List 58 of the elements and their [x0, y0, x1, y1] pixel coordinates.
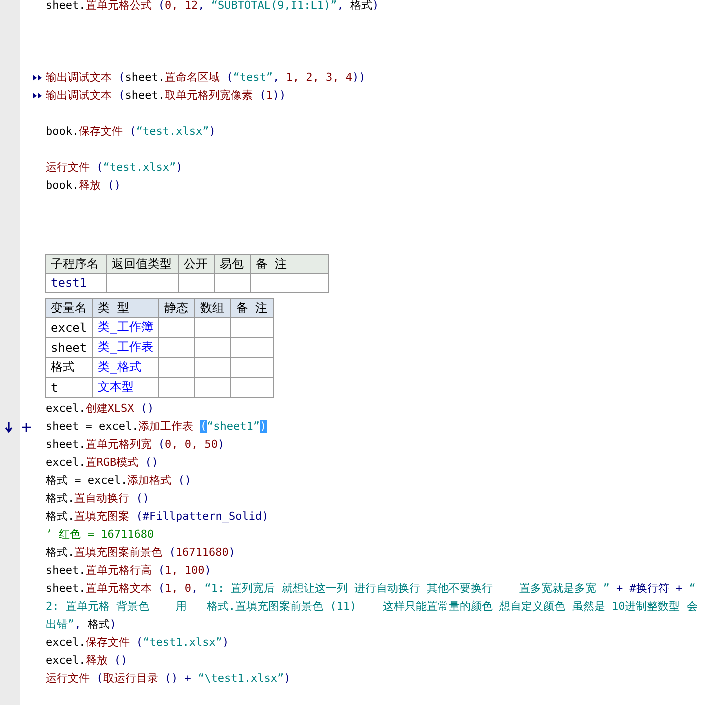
table-cell: t — [46, 378, 93, 398]
column-header: 备 注 — [250, 254, 328, 274]
table-cell: 类_工作簿 — [92, 318, 159, 338]
table-cell: 文本型 — [92, 378, 159, 398]
table-cell: excel — [46, 318, 93, 338]
code-line: 运行文件 (“test.xlsx”) — [46, 160, 183, 176]
table-cell — [230, 318, 274, 338]
column-header: 备 注 — [230, 298, 274, 318]
code-line: ’ 红色 = 16711680 — [46, 527, 154, 543]
column-header: 类 型 — [92, 298, 159, 318]
column-header: 公开 — [178, 254, 214, 274]
code-line: book.释放 () — [46, 178, 121, 194]
down-arrow-icon — [5, 422, 13, 432]
code-line: 运行文件 (取运行目录 () + “\test1.xlsx”) — [46, 671, 291, 687]
code-line: sheet = excel.添加工作表 (“sheet1”) — [46, 419, 267, 435]
table-cell — [194, 358, 231, 378]
code-line: 格式.置填充图案前景色 (16711680) — [46, 545, 236, 561]
code-line: 格式.置填充图案 (#Fillpattern_Solid) — [46, 509, 269, 525]
code-line: 输出调试文本 (sheet.取单元格列宽像素 (1)) — [46, 88, 286, 104]
table-cell — [230, 338, 274, 358]
code-line: book.保存文件 (“test.xlsx”) — [46, 124, 216, 140]
code-line: excel.保存文件 (“test1.xlsx”) — [46, 635, 230, 651]
code-line: 输出调试文本 (sheet.置命名区域 (“test”, 1, 2, 3, 4)) — [46, 70, 366, 86]
table-cell — [230, 378, 274, 398]
table-cell — [158, 318, 195, 338]
column-header: 易包 — [214, 254, 250, 274]
table-cell — [178, 274, 214, 292]
double-arrow-icon — [33, 75, 42, 81]
table-cell — [214, 274, 250, 292]
table-cell — [194, 338, 231, 358]
code-line: sheet.置单元格文本 (1, 0, “1: 置列宽后 就想让这一列 进行自动换行 其他不要换行 置多宽就是多宽 ” + #换行符 + “ 2: 置单元格 背景色 用 格式.置填充图案前景色 (11) 这样只能置常量的颜色 想自定义颜色 虽然是 10进制整数型 会出错”, 格式) — [46, 581, 699, 633]
code-line: 格式 = excel.添加格式 () — [46, 473, 192, 489]
table-cell: 格式 — [46, 358, 93, 378]
code-line: excel.置RGB模式 () — [46, 455, 158, 471]
double-arrow-icon — [33, 93, 42, 99]
column-header: 变量名 — [46, 298, 93, 318]
table-cell: test1 — [46, 274, 106, 292]
column-header: 子程序名 — [46, 254, 106, 274]
code-line: excel.释放 () — [46, 653, 128, 669]
table-cell — [194, 318, 231, 338]
table-cell: 类_格式 — [92, 358, 159, 378]
table-cell — [158, 378, 195, 398]
table-cell — [230, 358, 274, 378]
table-cell: 类_工作表 — [92, 338, 159, 358]
code-line: excel.创建XLSX () — [46, 401, 154, 417]
table-cell — [158, 338, 195, 358]
code-line: sheet.置单元格列宽 (0, 0, 50) — [46, 437, 225, 453]
table-cell: sheet — [46, 338, 93, 358]
code-line: sheet.置单元格公式 (0, 12, “SUBTOTAL(9,I1:L1)”, 格式) — [46, 0, 380, 14]
plus-icon — [22, 422, 31, 432]
code-line: 格式.置自动换行 () — [46, 491, 150, 507]
column-header: 返回值类型 — [106, 254, 178, 274]
column-header: 静态 — [158, 298, 195, 318]
column-header: 数组 — [194, 298, 231, 318]
code-line: sheet.置单元格行高 (1, 100) — [46, 563, 212, 579]
table-cell — [106, 274, 178, 292]
table-cell — [194, 378, 231, 398]
table-cell — [158, 358, 195, 378]
